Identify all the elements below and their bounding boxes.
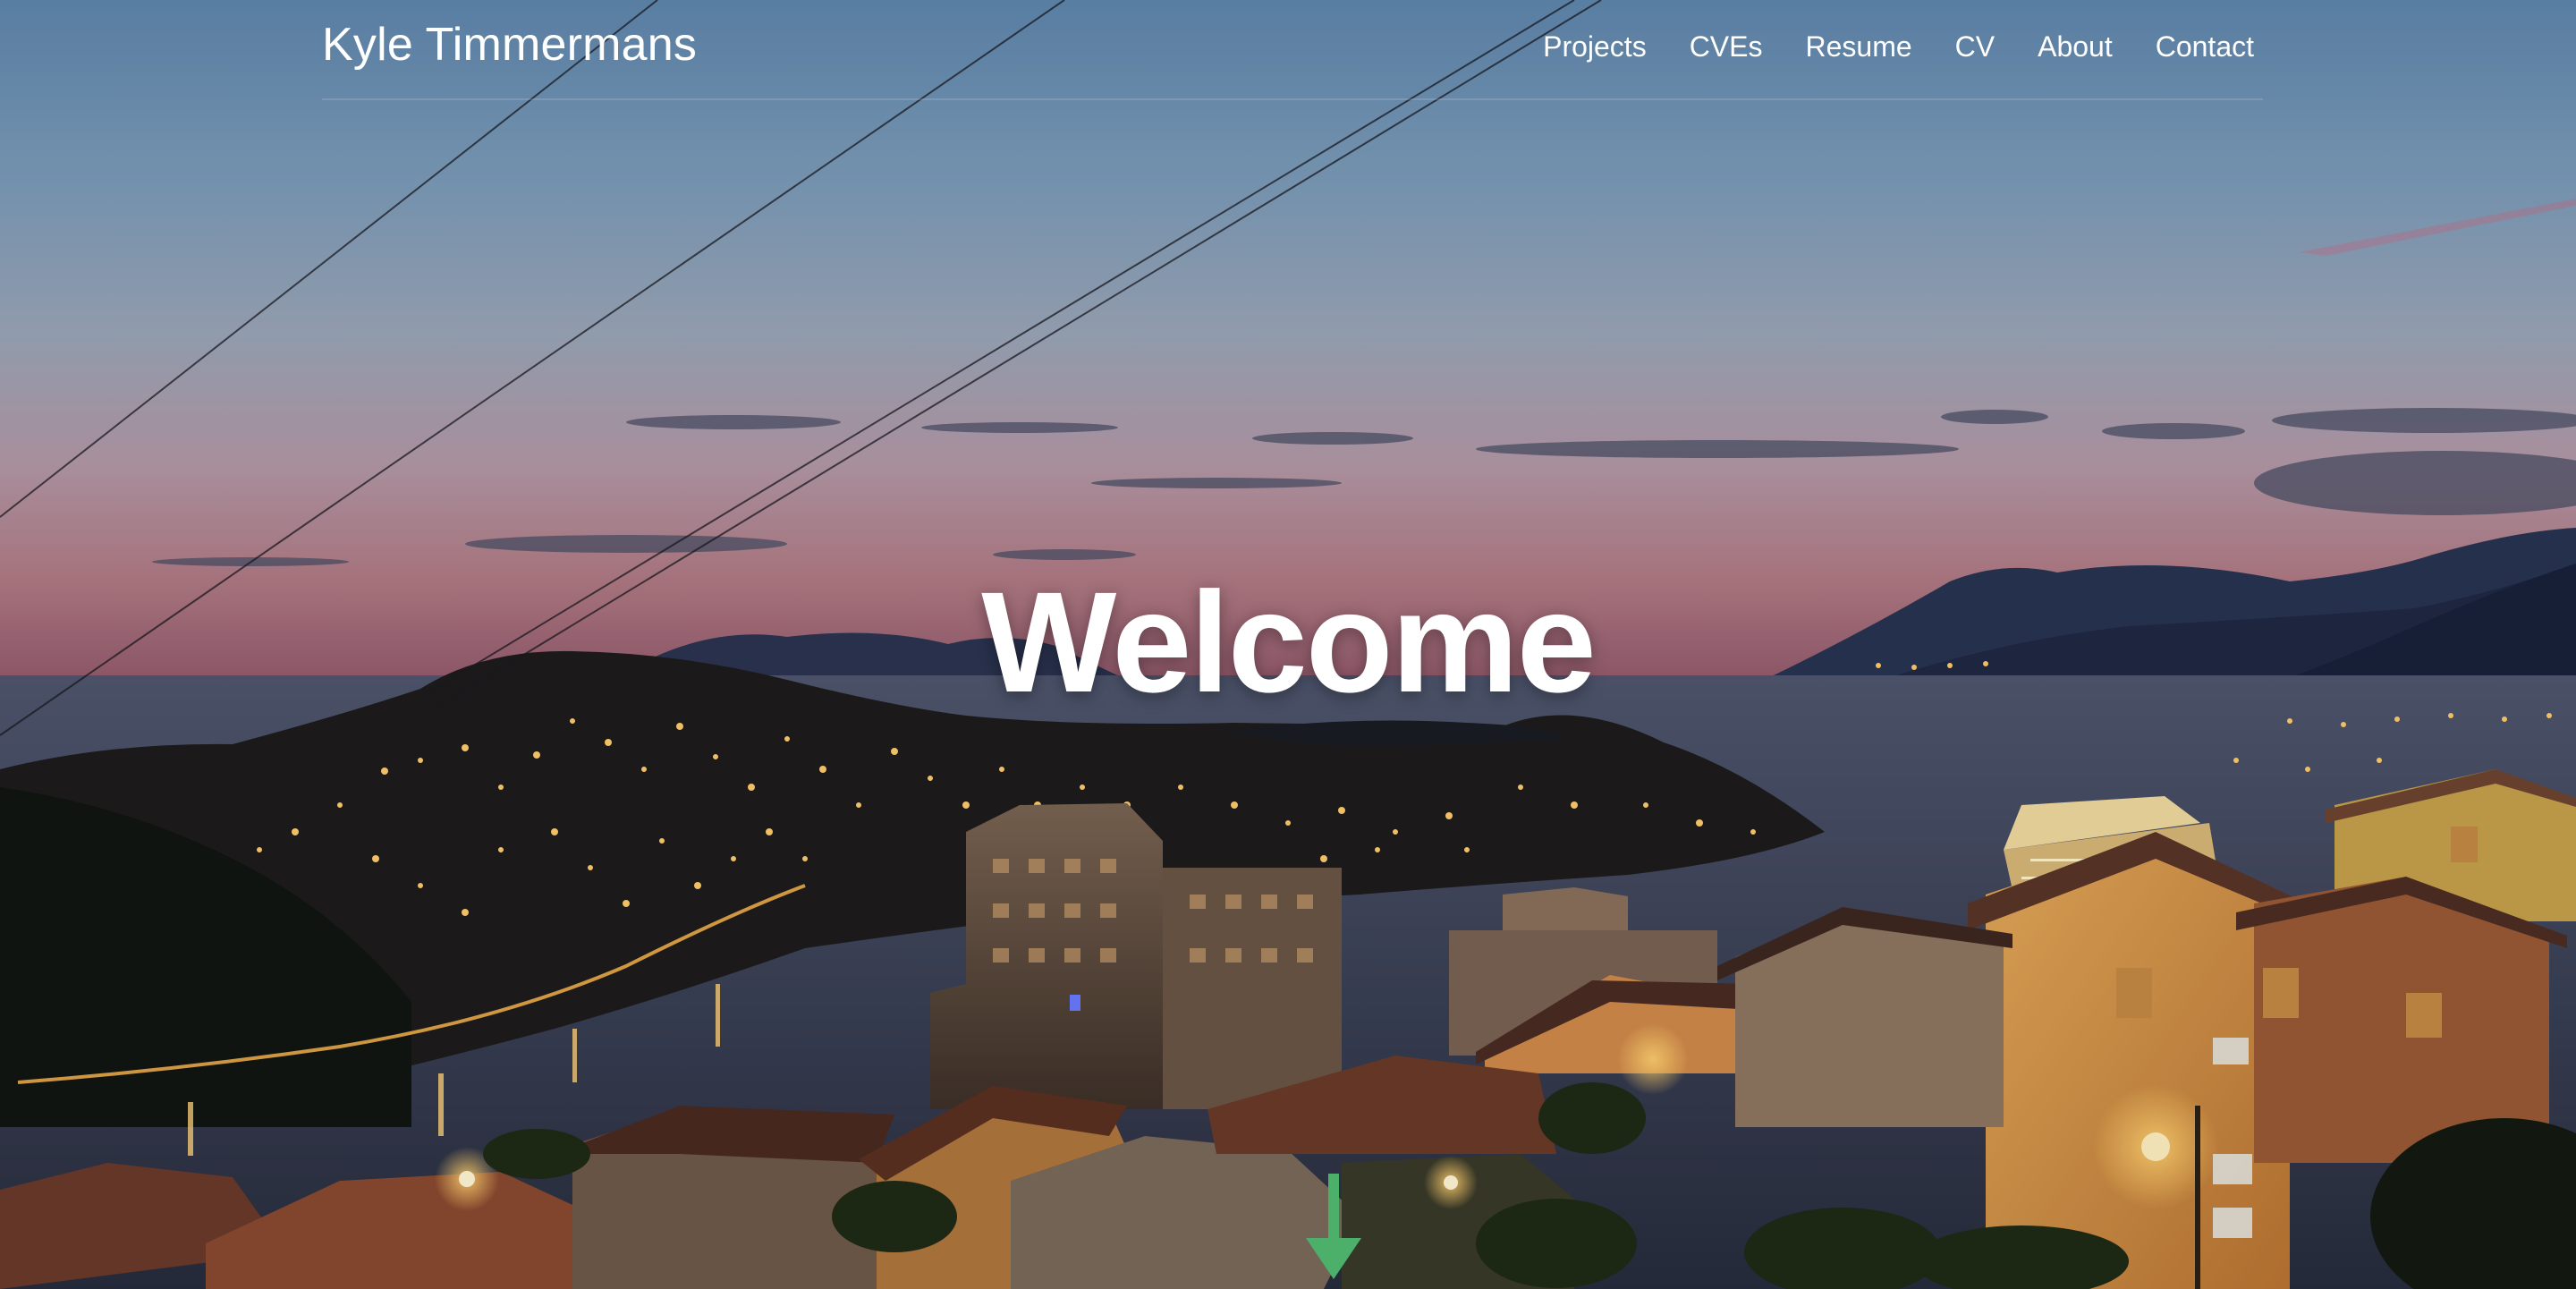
- arrow-down-icon: [1306, 1174, 1361, 1279]
- site-brand-link[interactable]: Kyle Timmermans: [322, 18, 697, 72]
- header-divider: [322, 98, 2263, 100]
- nav-item-cv: CV: [1955, 30, 1995, 64]
- nav-link-contact[interactable]: Contact: [2156, 30, 2254, 63]
- nav-link-cv[interactable]: CV: [1955, 30, 1995, 63]
- nav-item-cves: CVEs: [1690, 30, 1763, 64]
- site-header: Kyle Timmermans Projects CVEs Resume CV …: [322, 0, 2263, 102]
- nav-link-cves[interactable]: CVEs: [1690, 30, 1763, 63]
- scroll-down-button[interactable]: [1304, 1174, 1363, 1281]
- nav-item-projects: Projects: [1543, 30, 1647, 64]
- main-nav: Projects CVEs Resume CV About Contact: [1543, 30, 2254, 64]
- nav-link-projects[interactable]: Projects: [1543, 30, 1647, 63]
- hero-heading: Welcome: [981, 562, 1597, 722]
- nav-item-contact: Contact: [2156, 30, 2254, 64]
- nav-link-about[interactable]: About: [2038, 30, 2113, 63]
- nav-item-resume: Resume: [1805, 30, 1911, 64]
- hero-section: Kyle Timmermans Projects CVEs Resume CV …: [0, 0, 2576, 1289]
- nav-item-about: About: [2038, 30, 2113, 64]
- nav-link-resume[interactable]: Resume: [1805, 30, 1911, 63]
